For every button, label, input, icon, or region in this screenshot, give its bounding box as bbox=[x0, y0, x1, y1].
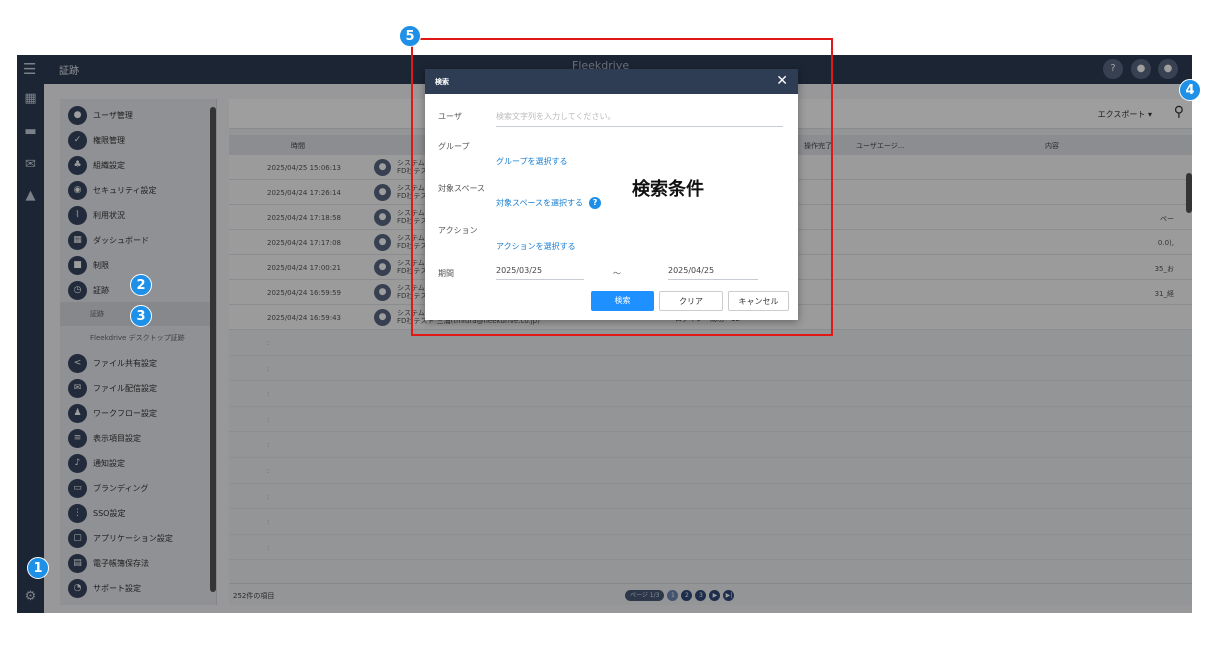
highlight-box bbox=[411, 38, 833, 336]
step-badge-2: 2 bbox=[130, 274, 152, 296]
step-badge-5: 5 bbox=[399, 25, 421, 47]
step-badge-4: 4 bbox=[1179, 79, 1201, 101]
step-badge-3: 3 bbox=[130, 305, 152, 327]
step-badge-1: 1 bbox=[27, 557, 49, 579]
